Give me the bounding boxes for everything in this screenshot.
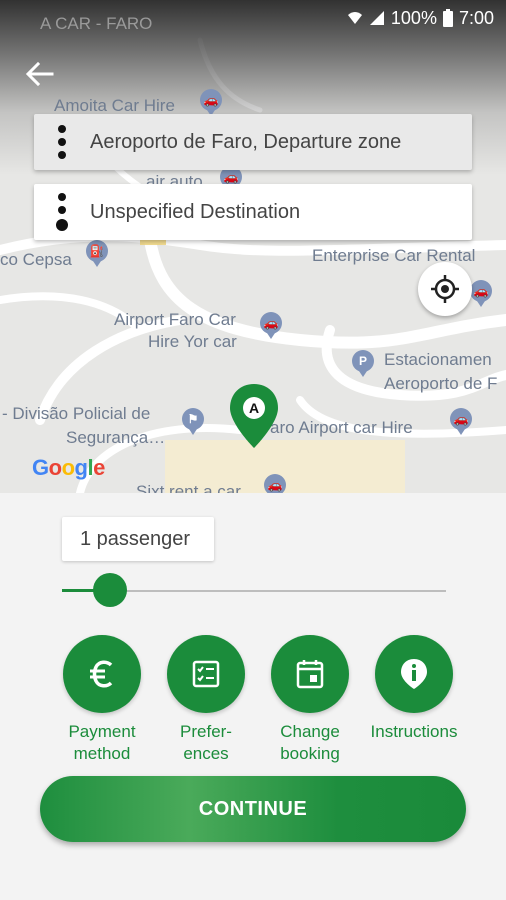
battery-level: 100% [390, 7, 437, 28]
payment-method-button[interactable]: Payment method [50, 635, 154, 765]
change-booking-button[interactable]: Change booking [258, 635, 362, 765]
destination-field[interactable]: Unspecified Destination [34, 184, 472, 240]
battery-icon [442, 9, 453, 27]
map-label: Sixt rent a car [136, 482, 241, 493]
booking-panel: 1 passenger Payment method Prefer- ences… [0, 493, 506, 900]
status-bar: 100% 7:00 [0, 0, 506, 36]
checklist-icon [192, 660, 220, 688]
map-label: co Cepsa [0, 250, 72, 269]
pickup-marker-icon[interactable]: A [228, 382, 280, 450]
payment-method-circle[interactable] [63, 635, 141, 713]
calendar-icon [296, 660, 324, 689]
origin-dots-icon [34, 125, 90, 159]
change-booking-circle[interactable] [271, 635, 349, 713]
wifi-icon [347, 12, 362, 24]
instructions-button[interactable]: Instructions [362, 635, 466, 765]
back-arrow-icon[interactable] [24, 60, 56, 88]
preferences-label: Prefer- ences [180, 722, 232, 763]
euro-icon [90, 660, 113, 688]
continue-button[interactable]: CONTINUE [40, 776, 466, 842]
map-label: Aeroporto de F [384, 374, 498, 393]
car-rental-icon[interactable]: 🚗 [264, 474, 286, 493]
map-label: Amoita Car Hire [54, 96, 175, 115]
passenger-count: 1 passenger [62, 517, 214, 561]
parking-icon[interactable]: P [352, 350, 374, 377]
map-view[interactable]: A CAR - FARO Amoita Car Hire 🚗 air auto … [0, 0, 506, 493]
instructions-label: Instructions [370, 722, 458, 741]
clock: 7:00 [458, 7, 494, 28]
origin-text: Aeroporto de Faro, Departure zone [90, 130, 402, 153]
map-label: aro Airport car Hire [270, 418, 413, 437]
map-label: Segurança… [66, 428, 166, 447]
map-label: Hire Yor car [148, 332, 237, 351]
car-rental-icon[interactable]: 🚗 [260, 312, 282, 339]
car-rental-icon[interactable]: 🚗 [200, 89, 222, 116]
instructions-circle[interactable] [375, 635, 453, 713]
car-rental-icon[interactable]: 🚗 [470, 280, 492, 307]
car-rental-icon[interactable]: 🚗 [450, 408, 472, 435]
change-booking-label: Change booking [280, 722, 340, 763]
map-label: Airport Faro Car [114, 310, 236, 329]
google-logo: Google [32, 455, 105, 480]
origin-field[interactable]: Aeroporto de Faro, Departure zone [34, 114, 472, 170]
map-label: - Divisão Policial de [2, 404, 151, 423]
preferences-circle[interactable] [167, 635, 245, 713]
signal-icon [369, 11, 384, 25]
passenger-slider[interactable] [62, 573, 446, 607]
marker-letter: A [249, 400, 259, 416]
payment-method-label: Payment method [68, 722, 136, 763]
destination-text: Unspecified Destination [90, 200, 301, 223]
action-buttons: Payment method Prefer- ences Change book… [50, 635, 466, 765]
crosshair-icon [431, 275, 459, 303]
map-label: Estacionamen [384, 350, 492, 369]
info-icon [401, 659, 427, 689]
gas-station-icon[interactable]: ⛽ [86, 240, 108, 267]
destination-dots-icon [34, 193, 90, 231]
slider-thumb[interactable] [93, 573, 127, 607]
preferences-button[interactable]: Prefer- ences [154, 635, 258, 765]
my-location-button[interactable] [418, 262, 472, 316]
police-icon[interactable]: ⚑ [182, 408, 204, 435]
